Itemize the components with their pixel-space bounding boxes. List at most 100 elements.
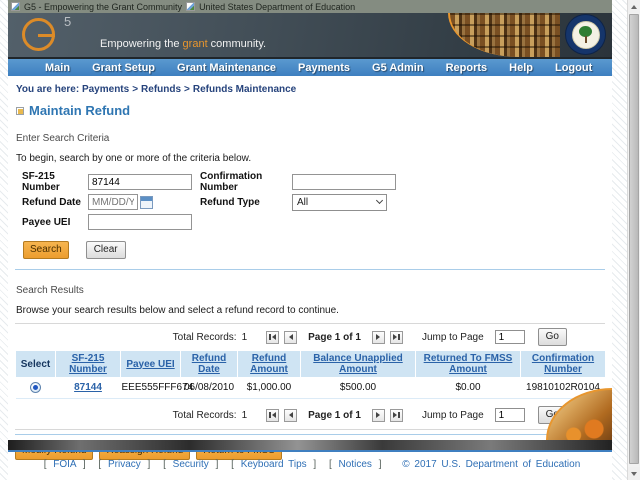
payee-uei-label: Payee UEI [22,216,71,228]
jump-to-page-input[interactable] [494,408,525,422]
total-records-value: 1 [241,331,248,343]
breadcrumb-link-refunds-maintenance[interactable]: Refunds Maintenance [193,84,296,95]
search-form: SF-215 Number Confirmation Number Refund… [22,171,612,232]
calendar-icon[interactable] [140,195,153,209]
confirmation-input[interactable] [292,174,396,190]
g5-logo-icon [22,18,55,51]
nav-item-reports[interactable]: Reports [435,62,499,74]
banner-header: 5 Empowering the grant community. [8,13,612,57]
bracket: ] [215,459,219,470]
radio-dot [33,385,38,390]
go-button[interactable]: Go [537,328,567,346]
nav-item-help[interactable]: Help [498,62,544,74]
main-navigation: Main Grant Setup Grant Maintenance Payme… [8,57,612,76]
next-page-button[interactable] [371,408,385,422]
bookshelf-image [448,13,560,57]
page-indicator: Page 1 of 1 [308,331,361,343]
column-header-returned-fmss[interactable]: Returned To FMSS Amount [424,353,513,375]
jump-to-page-label: Jump to Page [421,409,484,421]
scrollbar-up-button[interactable] [628,0,640,13]
breadcrumb-separator: > [184,84,190,95]
payee-uei-input[interactable] [88,214,192,230]
nav-item-grant-setup[interactable]: Grant Setup [81,62,166,74]
breadcrumb: You are here: Payments > Refunds > Refunds M… [16,84,612,95]
footer-link-foia[interactable]: FOIA [53,459,76,470]
jump-to-page-input[interactable] [494,330,525,344]
results-divider [15,323,605,324]
results-section-label: Search Results [16,285,84,296]
footer-link-security[interactable]: Security [173,459,209,470]
bracket: [ [163,459,166,470]
section-divider [15,269,605,270]
tagline-grant: grant [182,38,208,50]
search-section-label: Enter Search Criteria [16,133,110,144]
scrollbar-thumb[interactable] [629,14,639,464]
refund-date-label: Refund Date [22,196,81,208]
sf215-input[interactable] [88,174,192,190]
window-title-org: United States Department of Education [199,1,356,12]
column-header-balance-unapplied[interactable]: Balance Unapplied Amount [313,353,402,375]
chevron-down-icon [375,196,384,205]
column-header-refund-amount[interactable]: Refund Amount [250,353,288,375]
first-page-button[interactable] [266,408,280,422]
arrow-down-icon [631,471,637,476]
nav-item-main[interactable]: Main [34,62,81,74]
prev-page-button[interactable] [284,408,298,422]
footer-link-privacy[interactable]: Privacy [108,459,141,470]
page-container: G5 - Empowering the Grant Community Unit… [8,0,612,480]
total-records-label: Total Records: [172,331,237,343]
form-row: SF-215 Number Confirmation Number [22,171,612,193]
cell-refund-date: 06/08/2010 [180,377,238,399]
nav-item-logout[interactable]: Logout [544,62,603,74]
next-page-button[interactable] [371,330,385,344]
footer-link-notices[interactable]: Notices [339,459,372,470]
vertical-scrollbar[interactable] [627,0,640,480]
refund-type-selected-value: All [297,196,309,208]
refund-date-input[interactable] [88,194,138,210]
window-title-bar: G5 - Empowering the Grant Community Unit… [8,0,612,13]
prev-page-button[interactable] [284,330,298,344]
bracket: [ [328,459,332,470]
page-title-bullet-icon [16,106,24,115]
column-header-payee-uei[interactable]: Payee UEI [126,359,174,370]
search-instructions: To begin, search by one or more of the c… [16,153,252,164]
copyright-text: © 2017 U.S. Department of Education [402,459,581,470]
select-radio[interactable] [30,382,41,393]
section-divider [15,434,605,435]
breadcrumb-link-payments[interactable]: Payments [82,84,129,95]
window-title-app: G5 - Empowering the Grant Community [24,1,183,12]
refund-type-select[interactable]: All [292,193,387,211]
doe-seal-inner [571,20,600,49]
footer: [ FOIA ] [ Privacy ] [ Security ] [ Keyb… [8,459,612,470]
scrollbar-down-button[interactable] [628,467,640,480]
nav-item-payments[interactable]: Payments [287,62,361,74]
jump-to-page-label: Jump to Page [421,331,484,343]
column-header-refund-date[interactable]: Refund Date [192,353,226,375]
sf215-link[interactable]: 87144 [74,382,102,393]
clear-button[interactable]: Clear [85,241,126,259]
doe-seal-icon [566,15,605,54]
cell-returned-fmss: $0.00 [415,377,521,399]
refund-type-label: Refund Type [200,196,260,208]
last-page-button[interactable] [389,408,403,422]
last-page-button[interactable] [389,330,403,344]
form-buttons-row: Search Clear [23,241,612,259]
seal-tree-trunk [584,35,587,43]
nav-item-g5-admin[interactable]: G5 Admin [361,62,435,74]
nav-item-grant-maintenance[interactable]: Grant Maintenance [166,62,287,74]
content-area: You are here: Payments > Refunds > Refunds M… [8,84,612,480]
total-records-label: Total Records: [172,409,237,421]
column-header-select: Select [15,350,56,378]
page-indicator: Page 1 of 1 [308,409,361,421]
table-row: 87144 EEE555FFF674 06/08/2010 $1,000.00 … [15,377,606,399]
first-page-button[interactable] [266,330,280,344]
column-header-confirmation[interactable]: Confirmation Number [532,353,594,375]
footer-link-keyboard-tips[interactable]: Keyboard Tips [241,459,307,470]
search-button[interactable]: Search [23,241,69,259]
tagline-post: community. [207,38,267,50]
page-title-row: Maintain Refund [16,103,612,118]
breadcrumb-link-refunds[interactable]: Refunds [141,84,181,95]
breadcrumb-separator: > [132,84,139,95]
total-records-value: 1 [241,409,248,421]
column-header-sf215[interactable]: SF-215 Number [69,353,107,375]
